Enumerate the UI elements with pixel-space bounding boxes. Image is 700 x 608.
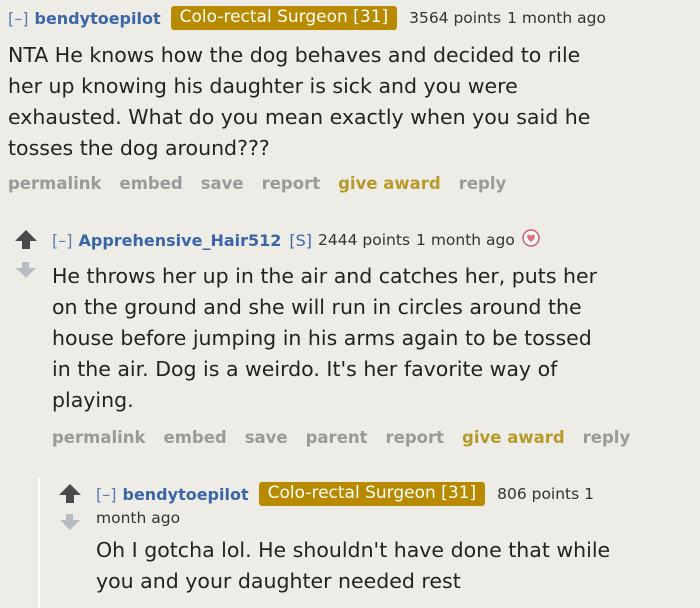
collapse-toggle[interactable]: [–] [96, 485, 116, 504]
body-line: in the air. Dog is a weirdo. It's her fa… [52, 357, 558, 381]
comment-1-buttons: permalink embed save report give award r… [8, 174, 698, 193]
comment-3-tagline: [–] bendytoepilot Colo-rectal Surgeon [3… [96, 482, 696, 506]
downvote-arrow-icon[interactable] [60, 514, 80, 530]
comment-3-body: Oh I gotcha lol. He shouldn't have done … [96, 535, 696, 597]
upvote-arrow-icon[interactable] [59, 484, 81, 504]
user-flair: Colo-rectal Surgeon [31] [258, 482, 486, 506]
author-link[interactable]: Apprehensive_Hair512 [78, 231, 281, 250]
user-flair: Colo-rectal Surgeon [31] [170, 6, 398, 30]
comment-3: [–] bendytoepilot Colo-rectal Surgeon [3… [96, 482, 696, 597]
comment-2-body: He throws her up in the air and catches … [52, 261, 698, 416]
permalink-button[interactable]: permalink [8, 174, 102, 193]
score: 3564 points [409, 9, 502, 27]
body-line: He throws her up in the air and catches … [52, 264, 598, 288]
comment-2-buttons: permalink embed save parent report give … [52, 428, 698, 447]
comment-1-body: NTA He knows how the dog behaves and dec… [8, 40, 698, 164]
body-line: tosses the dog around??? [8, 136, 270, 160]
body-line: on the ground and she will run in circle… [52, 295, 582, 319]
comment-1: [–] bendytoepilot Colo-rectal Surgeon [3… [8, 6, 698, 193]
reply-button[interactable]: reply [583, 428, 631, 447]
report-button[interactable]: report [386, 428, 445, 447]
permalink-button[interactable]: permalink [52, 428, 146, 447]
body-line: her up knowing his daughter is sick and … [8, 74, 518, 98]
author-link[interactable]: bendytoepilot [122, 485, 248, 504]
give-award-button[interactable]: give award [462, 428, 565, 447]
score: 806 points 1 [497, 485, 594, 503]
body-line: you and your daughter needed rest [96, 569, 461, 593]
body-line: playing. [52, 388, 134, 412]
heart-award-icon [521, 229, 541, 251]
upvote-arrow-icon[interactable] [15, 230, 37, 250]
embed-button[interactable]: embed [164, 428, 227, 447]
reply-button[interactable]: reply [459, 174, 507, 193]
comment-2: [–] Apprehensive_Hair512 [S] 2444 points… [52, 229, 698, 447]
body-line: exhausted. What do you mean exactly when… [8, 105, 591, 129]
report-button[interactable]: report [262, 174, 321, 193]
save-button[interactable]: save [245, 428, 288, 447]
submitter-badge: [S] [289, 230, 313, 250]
timestamp: 1 month ago [507, 9, 606, 27]
timestamp: month ago [96, 509, 181, 527]
collapse-toggle[interactable]: [–] [8, 9, 28, 28]
body-line: Oh I gotcha lol. He shouldn't have done … [96, 538, 611, 562]
downvote-arrow-icon[interactable] [16, 262, 36, 278]
body-line: NTA He knows how the dog behaves and dec… [8, 43, 581, 67]
parent-button[interactable]: parent [306, 428, 368, 447]
collapse-toggle[interactable]: [–] [52, 231, 72, 250]
thread-line [38, 478, 40, 608]
body-line: house before jumping in his arms again t… [52, 326, 592, 350]
timestamp: 1 month ago [416, 231, 515, 249]
comment-2-tagline: [–] Apprehensive_Hair512 [S] 2444 points… [52, 229, 698, 251]
save-button[interactable]: save [201, 174, 244, 193]
embed-button[interactable]: embed [120, 174, 183, 193]
comment-1-tagline: [–] bendytoepilot Colo-rectal Surgeon [3… [8, 6, 698, 30]
author-link[interactable]: bendytoepilot [34, 9, 160, 28]
score: 2444 points [318, 231, 411, 249]
give-award-button[interactable]: give award [338, 174, 441, 193]
